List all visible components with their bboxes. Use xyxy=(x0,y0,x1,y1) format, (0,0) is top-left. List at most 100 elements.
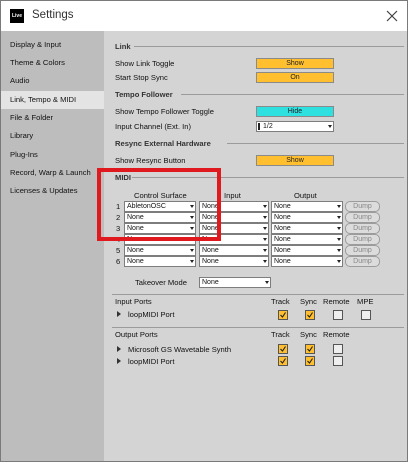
dropdown-value: None xyxy=(274,225,291,232)
takeover-mode-dropdown[interactable]: None xyxy=(199,277,271,288)
checkmark-icon xyxy=(307,358,313,364)
input-col-remote: Remote xyxy=(323,297,350,306)
output-port-remote-checkbox[interactable] xyxy=(333,356,343,366)
input-col-sync: Sync xyxy=(300,297,317,306)
start-stop-sync-label: Start Stop Sync xyxy=(115,73,168,82)
section-header-link: Link xyxy=(115,42,131,51)
output-col-sync: Sync xyxy=(300,330,317,339)
expand-triangle-icon[interactable] xyxy=(117,311,121,317)
section-divider xyxy=(227,143,404,144)
sidebar-item-library[interactable]: Library xyxy=(1,127,104,145)
sidebar-item-licenses-updates[interactable]: Licenses & Updates xyxy=(1,182,104,200)
show-tempo-follower-label: Show Tempo Follower Toggle xyxy=(115,107,214,116)
dump-button[interactable]: Dump xyxy=(345,212,380,223)
dropdown-value: None xyxy=(274,214,291,221)
output-dropdown[interactable]: None xyxy=(271,245,343,256)
dropdown-value: None xyxy=(202,258,219,265)
title-bar: Live Settings xyxy=(1,1,407,31)
output-port-sync-checkbox[interactable] xyxy=(305,356,315,366)
input-port-name: loopMIDI Port xyxy=(128,310,175,319)
output-ports-header: Output Ports xyxy=(115,330,158,339)
dump-button[interactable]: Dump xyxy=(345,234,380,245)
row-number: 6 xyxy=(116,257,121,266)
output-dropdown[interactable]: None xyxy=(271,201,343,212)
dropdown-value: None xyxy=(202,247,219,254)
live-app-icon: Live xyxy=(10,9,24,23)
output-port-name: loopMIDI Port xyxy=(128,357,175,366)
control-surface-dropdown[interactable]: None xyxy=(124,256,196,267)
dropdown-value: None xyxy=(274,247,291,254)
show-tempo-follower-button[interactable]: Hide xyxy=(256,106,334,117)
chevron-down-icon xyxy=(265,281,269,284)
section-divider xyxy=(134,46,404,47)
input-col-track: Track xyxy=(271,297,290,306)
chevron-down-icon xyxy=(337,216,341,219)
dropdown-value: None xyxy=(274,236,291,243)
takeover-mode-label: Takeover Mode xyxy=(135,278,187,287)
sidebar-item-audio[interactable]: Audio xyxy=(1,72,104,90)
input-port-mpe-checkbox[interactable] xyxy=(361,310,371,320)
input-port-sync-checkbox[interactable] xyxy=(305,310,315,320)
input-channel-dropdown[interactable]: 1/2 xyxy=(256,121,334,132)
section-header-tempo-follower: Tempo Follower xyxy=(115,90,173,99)
chevron-down-icon xyxy=(337,227,341,230)
sidebar-item-link-tempo-midi[interactable]: Link, Tempo & MIDI xyxy=(1,91,104,109)
chevron-down-icon xyxy=(263,260,267,263)
sidebar-item-theme-colors[interactable]: Theme & Colors xyxy=(1,54,104,72)
output-col-track: Track xyxy=(271,330,290,339)
input-ports-header: Input Ports xyxy=(115,297,152,306)
input-port-track-checkbox[interactable] xyxy=(278,310,288,320)
output-dropdown[interactable]: None xyxy=(271,223,343,234)
chevron-down-icon xyxy=(263,216,267,219)
sidebar-item-display-input[interactable]: Display & Input xyxy=(1,36,104,54)
output-dropdown[interactable]: None xyxy=(271,256,343,267)
output-port-sync-checkbox[interactable] xyxy=(305,344,315,354)
section-divider xyxy=(181,94,404,95)
settings-window: Live Settings Display & Input Theme & Co… xyxy=(0,0,408,462)
column-input: Input xyxy=(224,191,241,200)
sidebar-item-file-folder[interactable]: File & Folder xyxy=(1,109,104,127)
input-dropdown[interactable]: None xyxy=(199,245,269,256)
chevron-down-icon xyxy=(263,249,267,252)
start-stop-sync-button[interactable]: On xyxy=(256,72,334,83)
input-channel-label: Input Channel (Ext. In) xyxy=(115,122,191,131)
input-port-remote-checkbox[interactable] xyxy=(333,310,343,320)
close-button[interactable] xyxy=(377,1,407,31)
dump-button[interactable]: Dump xyxy=(345,256,380,267)
dropdown-value: None xyxy=(127,258,144,265)
show-resync-button[interactable]: Show xyxy=(256,155,334,166)
output-dropdown[interactable]: None xyxy=(271,212,343,223)
checkmark-icon xyxy=(307,346,313,352)
row-number: 5 xyxy=(116,246,121,255)
expand-triangle-icon[interactable] xyxy=(117,358,121,364)
expand-triangle-icon[interactable] xyxy=(117,346,121,352)
control-surface-dropdown[interactable]: None xyxy=(124,245,196,256)
sidebar-item-record-warp-launch[interactable]: Record, Warp & Launch xyxy=(1,164,104,182)
dump-button[interactable]: Dump xyxy=(345,223,380,234)
show-link-toggle-button[interactable]: Show xyxy=(256,58,334,69)
output-port-remote-checkbox[interactable] xyxy=(333,344,343,354)
dump-button[interactable]: Dump xyxy=(345,245,380,256)
dropdown-value: None xyxy=(274,203,291,210)
sidebar-item-plug-ins[interactable]: Plug-Ins xyxy=(1,146,104,164)
column-output: Output xyxy=(294,191,317,200)
dropdown-value: None xyxy=(274,258,291,265)
chevron-down-icon xyxy=(337,260,341,263)
output-port-track-checkbox[interactable] xyxy=(278,356,288,366)
output-port-track-checkbox[interactable] xyxy=(278,344,288,354)
show-link-toggle-label: Show Link Toggle xyxy=(115,59,175,68)
highlight-annotation-box xyxy=(97,168,221,241)
settings-content: Link Show Link Toggle Show Start Stop Sy… xyxy=(104,31,407,461)
dump-button[interactable]: Dump xyxy=(345,201,380,212)
checkmark-icon xyxy=(280,358,286,364)
output-port-name: Microsoft GS Wavetable Synth xyxy=(128,345,232,354)
settings-sidebar: Display & Input Theme & Colors Audio Lin… xyxy=(1,31,104,461)
section-header-resync: Resync External Hardware xyxy=(115,139,211,148)
output-dropdown[interactable]: None xyxy=(271,234,343,245)
checkmark-icon xyxy=(307,312,313,318)
chevron-down-icon xyxy=(263,238,267,241)
input-dropdown[interactable]: None xyxy=(199,256,269,267)
chevron-down-icon xyxy=(328,125,332,128)
checkmark-icon xyxy=(280,346,286,352)
input-col-mpe: MPE xyxy=(357,297,374,306)
